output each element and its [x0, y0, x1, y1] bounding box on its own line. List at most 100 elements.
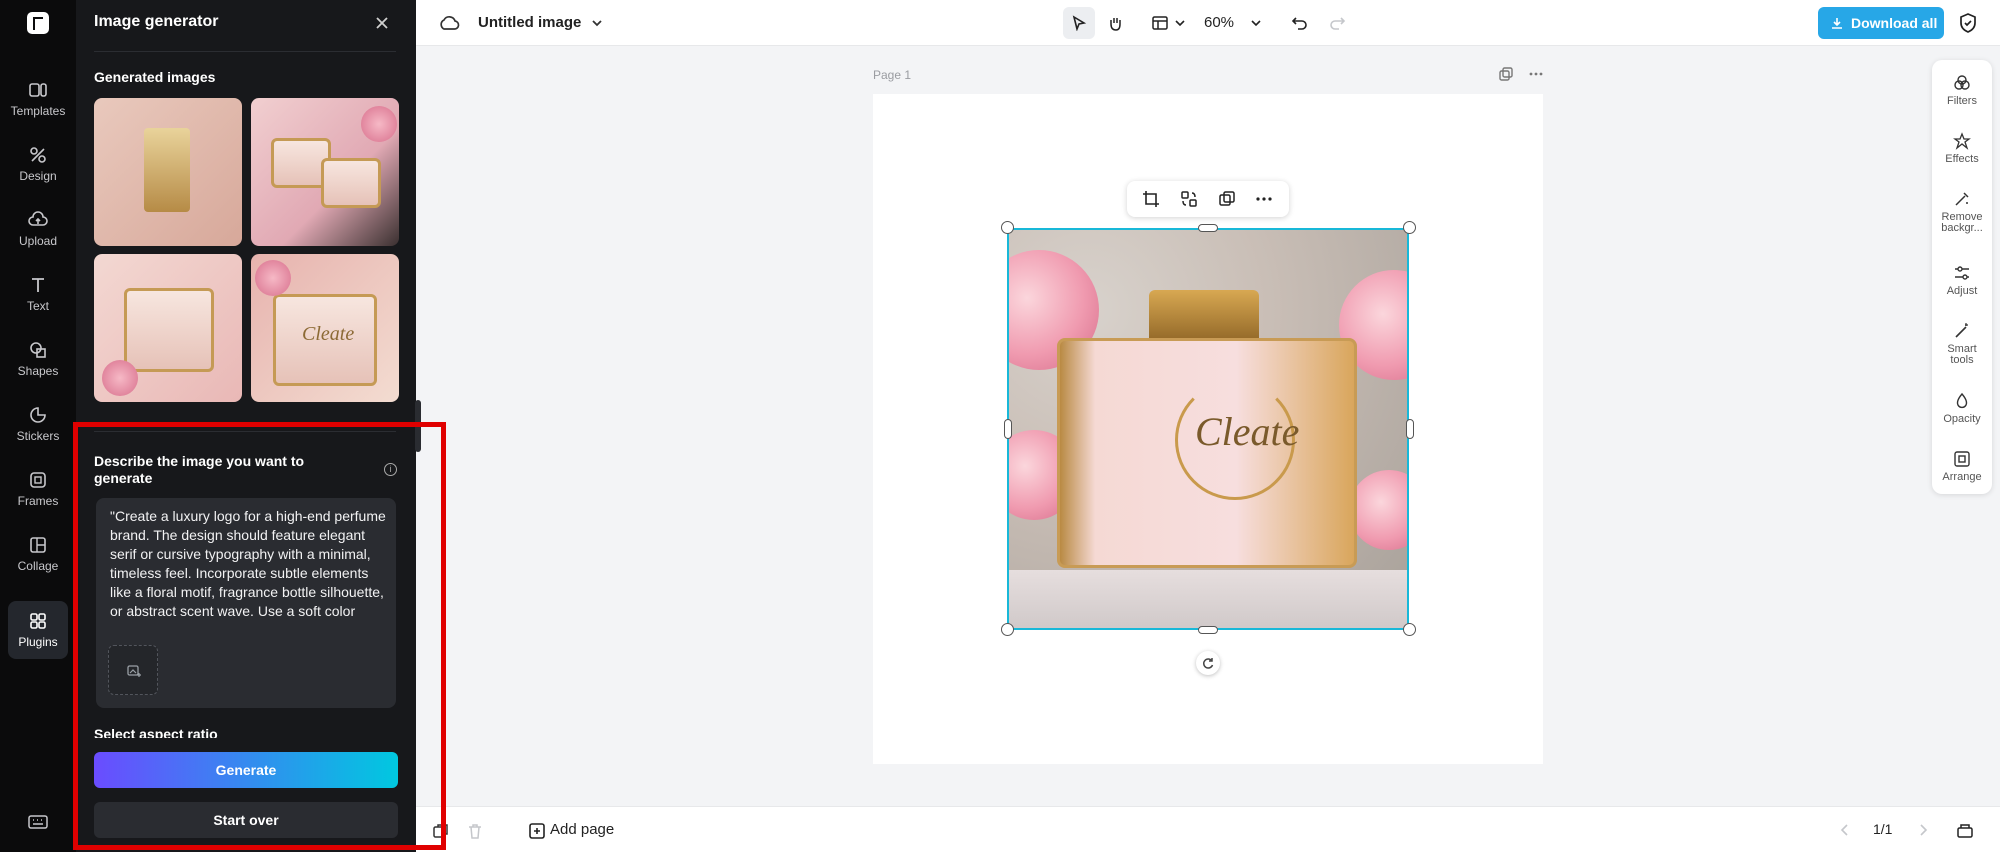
text-icon	[32, 278, 44, 292]
top-bar: Untitled image 60% Download all	[416, 0, 2000, 46]
cloud-save-icon[interactable]	[438, 13, 460, 33]
rail-label: Upload	[18, 234, 58, 248]
aspect-ratio-label: Select aspect ratio	[94, 726, 218, 738]
generate-button[interactable]: Generate	[94, 752, 398, 788]
divider	[94, 51, 396, 52]
chevron-down-icon[interactable]	[590, 16, 604, 30]
prop-smart-tools[interactable]: Smart tools	[1932, 322, 1992, 366]
prop-effects[interactable]: Effects	[1932, 132, 1992, 165]
rail-label: Design	[19, 169, 57, 183]
resize-handle[interactable]	[1001, 221, 1014, 234]
app-root: Templates Design Upload Text Shapes Stic…	[0, 0, 2000, 852]
duplicate-page-icon[interactable]	[1498, 66, 1514, 82]
image-add-icon	[127, 665, 141, 677]
chevron-down-icon[interactable]	[1174, 17, 1186, 29]
resize-handle[interactable]	[1403, 623, 1416, 636]
info-icon[interactable]: i	[384, 463, 397, 476]
resize-handle[interactable]	[1198, 626, 1218, 634]
rail-label: Templates	[10, 104, 66, 118]
resize-handle[interactable]	[1403, 221, 1416, 234]
rose-image	[255, 260, 291, 296]
rail-item-stickers[interactable]: Stickers	[3, 395, 73, 451]
describe-label: Describe the image you want to generate	[94, 453, 305, 486]
prop-adjust[interactable]: Adjust	[1932, 264, 1992, 297]
next-page-icon[interactable]	[1916, 823, 1930, 837]
reference-image-upload[interactable]	[108, 645, 158, 695]
panel-collapse-handle[interactable]	[415, 400, 421, 452]
app-logo[interactable]	[27, 12, 49, 34]
prop-label: Adjust	[1946, 285, 1978, 297]
perfume-cap	[1149, 290, 1259, 344]
rail-item-frames[interactable]: Frames	[3, 460, 73, 516]
rail-item-templates[interactable]: Templates	[3, 70, 73, 126]
generated-image-4[interactable]: Cleate	[251, 254, 399, 402]
shapes-icon	[30, 342, 46, 358]
prompt-text[interactable]: "Create a luxury logo for a high-end per…	[110, 507, 388, 630]
design-icon	[30, 147, 46, 163]
start-over-button[interactable]: Start over	[94, 802, 398, 838]
more-options-icon[interactable]	[1255, 190, 1273, 213]
duplicate-icon[interactable]	[1218, 190, 1236, 213]
prop-label: Arrange	[1942, 471, 1982, 483]
prop-label: Effects	[1945, 153, 1979, 165]
select-tool[interactable]	[1063, 7, 1095, 39]
zoom-level[interactable]: 60%	[1204, 14, 1234, 31]
reflection	[1009, 570, 1407, 628]
rotate-handle[interactable]	[1196, 651, 1220, 675]
download-icon	[1832, 18, 1842, 29]
redo-icon[interactable]	[1328, 14, 1346, 32]
sliders-icon	[1955, 266, 1969, 280]
rail-item-text[interactable]: Text	[3, 265, 73, 321]
prompt-textarea[interactable]: "Create a luxury logo for a high-end per…	[96, 498, 396, 708]
rail-item-collage[interactable]: Collage	[3, 525, 73, 581]
rose-image	[361, 106, 397, 142]
previous-page-icon[interactable]	[1838, 823, 1852, 837]
close-icon[interactable]	[372, 13, 392, 33]
add-page-icon[interactable]	[528, 822, 546, 840]
prop-remove-background[interactable]: Remove backgr...	[1932, 190, 1992, 234]
add-page-button[interactable]: Add page	[550, 821, 614, 838]
generated-image-2[interactable]	[251, 98, 399, 246]
selected-image[interactable]: Cleate	[1007, 228, 1409, 630]
prop-opacity[interactable]: Opacity	[1932, 392, 1992, 425]
undo-icon[interactable]	[1291, 14, 1309, 32]
rail-item-design[interactable]: Design	[3, 135, 73, 191]
rose-image	[1349, 470, 1407, 550]
document-title[interactable]: Untitled image	[478, 14, 581, 31]
thumb-brand-text: Cleate	[302, 323, 355, 345]
crop-icon[interactable]	[1142, 190, 1160, 213]
generated-image-3[interactable]	[94, 254, 242, 402]
resize-handle[interactable]	[1406, 419, 1414, 439]
resize-handle[interactable]	[1198, 224, 1218, 232]
copy-page-icon[interactable]	[432, 822, 450, 840]
rail-label: Frames	[17, 494, 59, 508]
download-all-button[interactable]: Download all	[1818, 7, 1944, 39]
prop-label: Filters	[1947, 95, 1977, 107]
rail-item-plugins[interactable]: Plugins	[8, 601, 68, 659]
layout-tool[interactable]	[1144, 7, 1176, 39]
page-actions	[1498, 66, 1544, 87]
download-all-label: Download all	[1851, 15, 1938, 31]
rail-item-upload[interactable]: Upload	[3, 200, 73, 256]
page-label: Page 1	[873, 68, 912, 82]
generated-image-1[interactable]	[94, 98, 242, 246]
trash-icon[interactable]	[466, 822, 484, 840]
prop-arrange[interactable]: Arrange	[1932, 450, 1992, 483]
shield-icon[interactable]	[1958, 12, 1978, 34]
rail-item-shapes[interactable]: Shapes	[3, 330, 73, 386]
chevron-down-icon[interactable]	[1250, 17, 1262, 29]
collage-icon	[30, 537, 46, 553]
prop-filters[interactable]: Filters	[1932, 74, 1992, 107]
more-options-icon[interactable]	[1528, 66, 1544, 82]
magic-eraser-icon	[1955, 192, 1969, 206]
resize-handle[interactable]	[1001, 623, 1014, 636]
generated-images-label: Generated images	[94, 69, 216, 85]
hand-tool[interactable]	[1099, 7, 1131, 39]
frames-icon	[30, 472, 46, 488]
rail-label: Text	[26, 299, 49, 313]
keyboard-icon[interactable]	[28, 814, 48, 830]
pages-panel-icon[interactable]	[1956, 821, 1974, 839]
resize-handle[interactable]	[1004, 419, 1012, 439]
replace-icon[interactable]	[1180, 190, 1198, 213]
cursor-icon	[1072, 15, 1087, 31]
